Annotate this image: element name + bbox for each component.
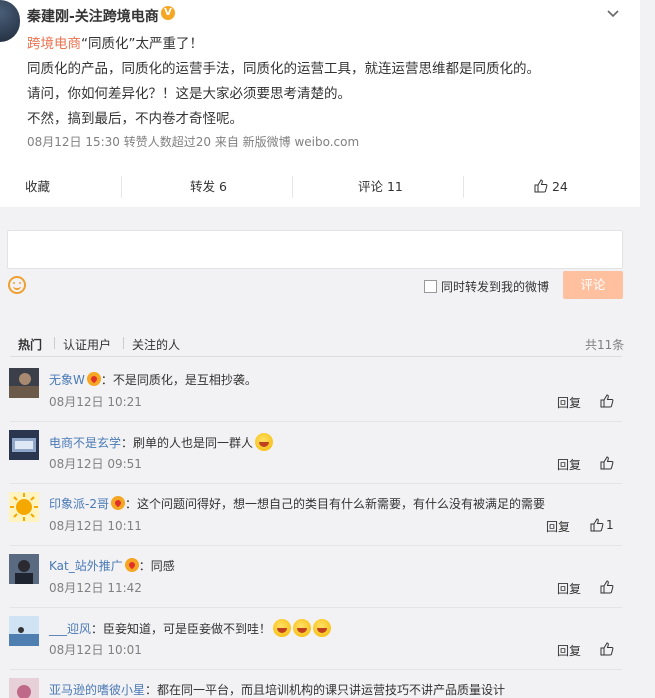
post-text-line-1: 跨境电商“同质化”太严重了！ — [27, 36, 203, 52]
comment-divider — [10, 483, 622, 484]
author-name[interactable]: 秦建刚-关注跨境电商 — [27, 6, 159, 26]
laugh-emoji-icon — [255, 433, 274, 451]
post-hashtag-link[interactable]: 跨境电商 — [27, 36, 81, 52]
comment-content: 无象W ：不是同质化，是互相抄袭。 — [49, 371, 257, 388]
commenter-avatar[interactable] — [9, 430, 39, 460]
like-count: 24 — [551, 179, 568, 194]
emoji-picker-icon[interactable] — [8, 276, 26, 294]
comment-total: 共11条 — [585, 338, 625, 352]
fan-badge-icon — [124, 558, 139, 572]
comment-time: 08月12日 10:01 — [49, 643, 142, 657]
reply-button[interactable]: 回复 — [557, 394, 581, 411]
post-text-line-3: 请问，你如何差异化？！这是大家必须要思考清楚的。 — [27, 86, 351, 102]
commenter-avatar[interactable] — [9, 678, 39, 698]
laugh-emoji-icon — [313, 619, 332, 637]
comment-divider — [10, 607, 622, 608]
comment-tabs: 热门 认证用户 关注的人 共11条 — [0, 322, 640, 362]
comment-text: ：刷单的人也是同一群人 — [121, 436, 254, 450]
comment-content: ___迎风：臣妾知道，可是臣妾做不到哇！ — [49, 619, 332, 637]
thumbs-up-icon[interactable] — [590, 518, 604, 532]
commenter-avatar[interactable] — [9, 616, 39, 646]
laugh-emoji-icon — [293, 619, 312, 637]
commenter-avatar[interactable] — [9, 368, 39, 398]
thumbs-up-icon[interactable] — [600, 580, 614, 594]
comment-like-count: 1 — [606, 518, 614, 532]
laugh-emoji-icon — [273, 619, 292, 637]
tab-verified-users[interactable]: 认证用户 — [63, 336, 111, 353]
reply-button[interactable]: 回复 — [557, 580, 581, 597]
comments-section: 热门 认证用户 关注的人 共11条 无象W ：不是同质化，是互相抄袭。 08月12… — [0, 322, 640, 698]
weibo-post-card: 秦建刚-关注跨境电商 V 跨境电商“同质化”太严重了！ 同质化的产品，同质化的运… — [0, 0, 640, 207]
comment-text: ：这个问题问得好，想一想自己的类目有什么新需要，有什么没有被满足的需要 — [124, 497, 545, 511]
action-divider — [292, 176, 293, 198]
comment-item: Kat_站外推广 ：同感 08月12日 11:42 回复 — [0, 554, 640, 616]
comment-time: 08月12日 10:21 — [49, 395, 142, 409]
commenter-name[interactable]: 电商不是玄学 — [49, 436, 121, 450]
comment-item: 电商不是玄学：刷单的人也是同一群人 08月12日 09:51 回复 — [0, 430, 640, 492]
repost-checkbox[interactable] — [424, 280, 437, 293]
comment-time: 08月12日 11:42 — [49, 581, 142, 595]
tab-divider — [123, 337, 124, 349]
commenter-name[interactable]: 亚马逊的嗜彼小星 — [49, 683, 145, 697]
action-divider — [121, 176, 122, 198]
post-meta: 08月12日 15:30 转赞人数超过20 来自 新版微博 weibo.com — [27, 135, 360, 149]
repost-checkbox-label[interactable]: 同时转发到我的微博 — [441, 278, 549, 295]
tab-hot[interactable]: 热门 — [18, 336, 42, 353]
collect-button[interactable]: 收藏 — [25, 172, 50, 202]
fan-badge-icon — [110, 496, 125, 510]
reply-button[interactable]: 回复 — [546, 518, 570, 535]
thumbs-up-icon[interactable] — [600, 642, 614, 656]
comment-content: 电商不是玄学：刷单的人也是同一群人 — [49, 433, 274, 451]
comment-content: 亚马逊的嗜彼小星：都在同一平台，而且培训机构的课只讲运营技巧不讲产品质量设计 — [49, 681, 505, 698]
comment-text: ：臣妾知道，可是臣妾做不到哇！ — [91, 622, 272, 636]
comment-item: 亚马逊的嗜彼小星：都在同一平台，而且培训机构的课只讲运营技巧不讲产品质量设计 — [0, 678, 640, 698]
reply-button[interactable]: 回复 — [557, 642, 581, 659]
tab-following[interactable]: 关注的人 — [132, 336, 180, 353]
comment-item: ___迎风：臣妾知道，可是臣妾做不到哇！ 08月12日 10:01 回复 — [0, 616, 640, 678]
repost-button[interactable]: 转发 6 — [190, 172, 227, 202]
comment-divider — [10, 545, 622, 546]
post-text-line-2: 同质化的产品，同质化的运营手法，同质化的运营工具，就连运营思维都是同质化的。 — [27, 61, 540, 77]
commenter-avatar[interactable] — [9, 492, 39, 522]
verified-badge-icon: V — [161, 6, 175, 20]
commenter-avatar[interactable] — [9, 554, 39, 584]
comment-divider — [10, 421, 622, 422]
action-divider — [463, 176, 464, 198]
commenter-name[interactable]: ___迎风 — [49, 622, 91, 636]
thumbs-up-icon — [534, 179, 548, 193]
commenter-name[interactable]: Kat_站外推广 — [49, 559, 123, 573]
thumbs-up-icon[interactable] — [600, 394, 614, 408]
comment-content: Kat_站外推广 ：同感 — [49, 557, 175, 574]
comment-time: 08月12日 10:11 — [49, 519, 142, 533]
commenter-name[interactable]: 印象派-2哥 — [49, 497, 109, 511]
comment-text: ：同感 — [138, 559, 175, 573]
comment-item: 印象派-2哥 ：这个问题问得好，想一想自己的类目有什么新需要，有什么没有被满足的需… — [0, 492, 640, 554]
comment-composer: 同时转发到我的微博 评论 — [0, 207, 640, 317]
post-text-line-4: 不然，搞到最后，不内卷才奇怪呢。 — [27, 111, 243, 127]
comment-item: 无象W ：不是同质化，是互相抄袭。 08月12日 10:21 回复 — [0, 368, 640, 430]
comment-text: ：不是同质化，是互相抄袭。 — [100, 373, 257, 387]
comment-divider — [10, 669, 622, 670]
like-button[interactable]: 24 — [534, 172, 568, 202]
post-actions-bar: 收藏 转发 6 评论 11 24 — [0, 172, 640, 202]
submit-comment-button[interactable]: 评论 — [563, 271, 623, 299]
commenter-name[interactable]: 无象W — [49, 373, 85, 387]
tab-divider — [54, 337, 55, 349]
comment-content: 印象派-2哥 ：这个问题问得好，想一想自己的类目有什么新需要，有什么没有被满足的需… — [49, 495, 545, 512]
comment-time: 08月12日 09:51 — [49, 457, 142, 471]
comment-button[interactable]: 评论 11 — [358, 172, 403, 202]
tabs-divider — [10, 356, 622, 357]
comment-text: ：都在同一平台，而且培训机构的课只讲运营技巧不讲产品质量设计 — [145, 683, 506, 697]
comment-input[interactable] — [7, 230, 623, 269]
chevron-down-icon[interactable] — [606, 7, 620, 21]
fan-badge-icon — [86, 372, 101, 386]
thumbs-up-icon[interactable] — [600, 456, 614, 470]
reply-button[interactable]: 回复 — [557, 456, 581, 473]
author-avatar[interactable] — [0, 0, 20, 42]
